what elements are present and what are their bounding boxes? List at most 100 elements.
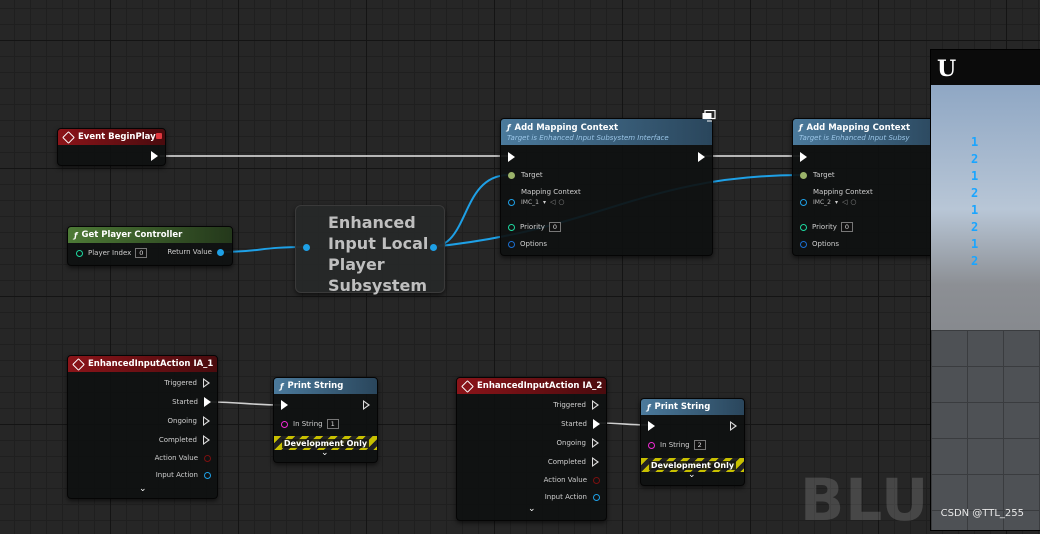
search-icon[interactable]: ○: [558, 198, 564, 206]
mapping-context-label: Mapping Context: [813, 188, 873, 196]
amc2-exec-in[interactable]: [800, 152, 807, 162]
get-player-controller-node[interactable]: ƒ Get Player Controller Player Index 0 R…: [67, 226, 233, 266]
mapping-context-label: Mapping Context: [521, 188, 581, 196]
player-index-value[interactable]: 0: [135, 248, 148, 258]
amc1-target-pin[interactable]: Target: [508, 171, 543, 179]
expand-chevron-icon[interactable]: ⌄: [688, 470, 696, 480]
delegate-pin-icon[interactable]: [156, 133, 162, 139]
subsystem-input-pin[interactable]: [303, 244, 310, 251]
mapping-context-value[interactable]: IMC_1: [521, 199, 539, 206]
print1-exec-in[interactable]: [281, 400, 288, 410]
amc1-mapping-context-pin[interactable]: Mapping Context IMC_1 ▾ ◁ ○: [508, 188, 581, 206]
bool-pin-icon: [204, 454, 211, 462]
print2-exec-in[interactable]: [648, 421, 655, 431]
pin-label: Completed: [158, 436, 197, 444]
print-string-node-1[interactable]: ƒ Print String In String 1 Development O…: [273, 377, 378, 463]
amc2-mapping-context-pin[interactable]: Mapping Context IMC_2 ▾ ◁ ○: [800, 188, 873, 206]
ia2-completed-pin[interactable]: Completed: [548, 457, 600, 467]
dropdown-arrow-icon[interactable]: ▾: [543, 199, 546, 206]
get-player-controller-header: ƒ Get Player Controller: [68, 227, 232, 243]
event-beginplay-node[interactable]: Event BeginPlay: [57, 128, 166, 166]
print-output-log: 1 2 1 2 1 2 1 2: [971, 134, 978, 270]
ia1-ongoing-pin[interactable]: Ongoing: [168, 416, 212, 426]
pin-label: Started: [561, 420, 587, 428]
print-output-line: 1: [971, 237, 979, 251]
target-label: Target: [521, 171, 543, 179]
subsystem-output-pin[interactable]: [430, 244, 437, 251]
ia1-started-pin[interactable]: Started: [172, 397, 211, 407]
priority-value[interactable]: 0: [548, 222, 562, 232]
browse-icon[interactable]: ◁: [842, 198, 847, 206]
in-string-label: In String: [660, 441, 690, 449]
ia2-triggered-pin[interactable]: Triggered: [553, 400, 600, 410]
function-icon: ƒ: [74, 230, 78, 240]
dropdown-arrow-icon[interactable]: ▾: [835, 199, 838, 206]
amc1-priority-pin[interactable]: Priority 0: [508, 222, 562, 232]
ia1-triggered-pin[interactable]: Triggered: [164, 378, 211, 388]
exec-out-icon: [592, 457, 600, 467]
ia1-input-action-pin[interactable]: Input Action: [156, 471, 211, 479]
enhanced-input-action-node-1[interactable]: EnhancedInputAction IA_1 Triggered Start…: [67, 355, 218, 499]
print-output-line: 2: [971, 254, 979, 268]
function-icon: ƒ: [647, 402, 651, 412]
beginplay-exec-out[interactable]: [151, 151, 158, 161]
add-mapping-context-subtitle: Target is Enhanced Input Subsy: [799, 133, 910, 142]
return-value-pin[interactable]: Return Value: [167, 248, 224, 256]
ia2-action-value-pin[interactable]: Action Value: [544, 476, 600, 484]
player-index-pin[interactable]: Player Index 0: [76, 248, 148, 258]
ia2-input-action-pin[interactable]: Input Action: [545, 493, 600, 501]
ia1-action-value-pin[interactable]: Action Value: [155, 454, 211, 462]
expand-chevron-icon[interactable]: ⌄: [321, 448, 329, 458]
amc2-target-pin[interactable]: Target: [800, 171, 835, 179]
print1-exec-out[interactable]: [363, 400, 371, 410]
ia2-started-pin[interactable]: Started: [561, 419, 600, 429]
add-mapping-context-node-2[interactable]: ƒ Add Mapping Context Target is Enhanced …: [792, 118, 944, 256]
add-mapping-context-node-1[interactable]: ƒ Add Mapping Context Target is Enhanced …: [500, 118, 713, 256]
target-pin-icon: [508, 171, 515, 179]
print-string-node-2[interactable]: ƒ Print String In String 2 Development O…: [640, 398, 745, 486]
print2-exec-out[interactable]: [730, 421, 738, 431]
amc1-exec-out[interactable]: [698, 152, 705, 162]
enhanced-input-action-node-2[interactable]: EnhancedInputAction IA_2 Triggered Start…: [456, 377, 607, 521]
struct-pin-icon: [800, 240, 807, 248]
amc2-priority-pin[interactable]: Priority 0: [800, 222, 854, 232]
exec-out-icon: [363, 400, 371, 410]
print-output-line: 2: [971, 220, 979, 234]
enhanced-input-subsystem-node[interactable]: Enhanced Input Local Player Subsystem: [295, 205, 445, 296]
browse-icon[interactable]: ◁: [550, 198, 555, 206]
options-label: Options: [520, 240, 548, 248]
ia2-ongoing-pin[interactable]: Ongoing: [557, 438, 601, 448]
enhanced-input-action-header: EnhancedInputAction IA_2: [457, 378, 606, 394]
return-value-label: Return Value: [167, 248, 212, 256]
object-pin-icon: [217, 248, 224, 256]
exec-out-icon: [592, 438, 600, 448]
priority-label: Priority: [812, 223, 837, 231]
exec-out-icon: [203, 435, 211, 445]
amc1-exec-in[interactable]: [508, 152, 515, 162]
pin-label: Action Value: [154, 454, 198, 462]
print-output-line: 2: [971, 186, 979, 200]
subsystem-title: Enhanced Input Local Player Subsystem: [328, 212, 428, 296]
print-output-line: 1: [971, 169, 979, 183]
print-output-line: 1: [971, 203, 979, 217]
print1-in-string-pin[interactable]: In String 1: [281, 419, 339, 429]
in-string-value[interactable]: 2: [693, 440, 706, 450]
amc1-options-pin[interactable]: Options: [508, 240, 547, 248]
event-icon: [461, 379, 474, 393]
priority-value[interactable]: 0: [840, 222, 854, 232]
in-string-value[interactable]: 1: [326, 419, 339, 429]
viewport-wall: [931, 330, 1040, 530]
subsystem-title-line: Subsystem: [328, 276, 428, 295]
mapping-context-value[interactable]: IMC_2: [813, 199, 831, 206]
play-viewport[interactable]: U 1 2 1 2 1 2 1 2: [930, 49, 1040, 531]
print2-in-string-pin[interactable]: In String 2: [648, 440, 706, 450]
object-pin-icon: [800, 198, 807, 206]
bool-pin-icon: [593, 476, 600, 484]
amc2-options-pin[interactable]: Options: [800, 240, 839, 248]
expand-chevron-icon[interactable]: ⌄: [139, 484, 147, 494]
development-only-label: Development Only: [648, 460, 737, 470]
search-icon[interactable]: ○: [850, 198, 856, 206]
expand-chevron-icon[interactable]: ⌄: [528, 504, 536, 514]
ia1-completed-pin[interactable]: Completed: [159, 435, 211, 445]
subsystem-title-line: Input Local: [328, 234, 429, 253]
